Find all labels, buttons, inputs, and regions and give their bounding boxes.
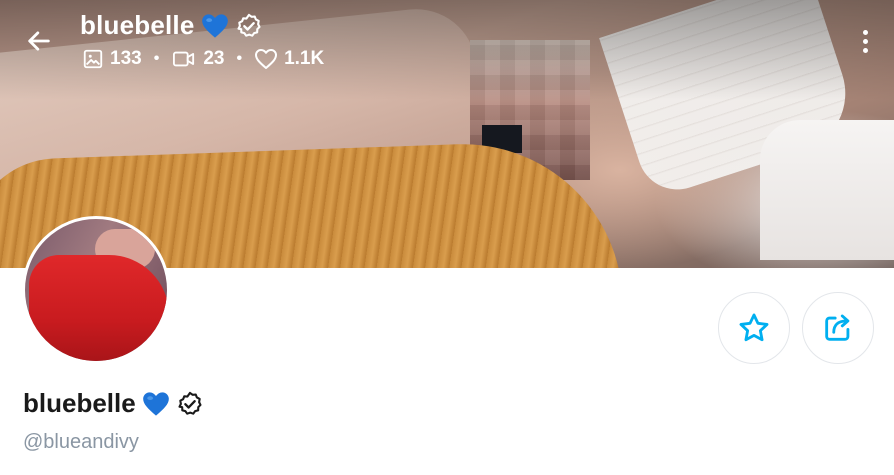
blue-heart-emoji-icon bbox=[201, 13, 228, 38]
back-button[interactable] bbox=[22, 24, 56, 58]
verified-badge-icon bbox=[178, 391, 202, 415]
cover-blanket bbox=[760, 120, 894, 260]
heart-outline-icon bbox=[255, 49, 278, 69]
profile-handle: @blueandivy bbox=[23, 431, 139, 453]
videos-stat: 23 bbox=[171, 48, 224, 70]
video-camera-icon bbox=[173, 51, 195, 67]
likes-stat: 1.1K bbox=[254, 48, 324, 70]
more-vertical-icon-dot bbox=[862, 47, 868, 53]
likes-count: 1.1K bbox=[284, 48, 325, 69]
blue-heart-emoji-icon bbox=[142, 391, 169, 416]
image-icon bbox=[83, 49, 103, 69]
profile-name-row: bluebelle bbox=[23, 388, 204, 419]
header-stats: 133 • 23 • 1.1K bbox=[82, 48, 324, 70]
arrow-left-icon bbox=[28, 31, 50, 51]
star-icon bbox=[739, 313, 769, 342]
share-button[interactable] bbox=[802, 292, 874, 364]
profile-display-name: bluebelle bbox=[23, 388, 136, 418]
more-vertical-icon-dot bbox=[862, 38, 868, 44]
more-options-button[interactable] bbox=[852, 26, 878, 56]
header-title-row: bluebelle bbox=[80, 10, 263, 41]
avatar[interactable] bbox=[22, 216, 170, 364]
verified-badge-icon bbox=[236, 13, 261, 37]
photos-stat: 133 bbox=[82, 48, 142, 70]
stat-separator: • bbox=[236, 50, 243, 67]
add-to-favorites-button[interactable] bbox=[718, 292, 790, 364]
more-vertical-icon-dot bbox=[862, 29, 868, 35]
share-icon bbox=[825, 314, 850, 341]
photos-count: 133 bbox=[110, 48, 142, 69]
videos-count: 23 bbox=[203, 48, 225, 69]
header-title: bluebelle bbox=[80, 10, 195, 40]
avatar-image-detail bbox=[29, 255, 167, 361]
stat-separator: • bbox=[153, 50, 160, 67]
